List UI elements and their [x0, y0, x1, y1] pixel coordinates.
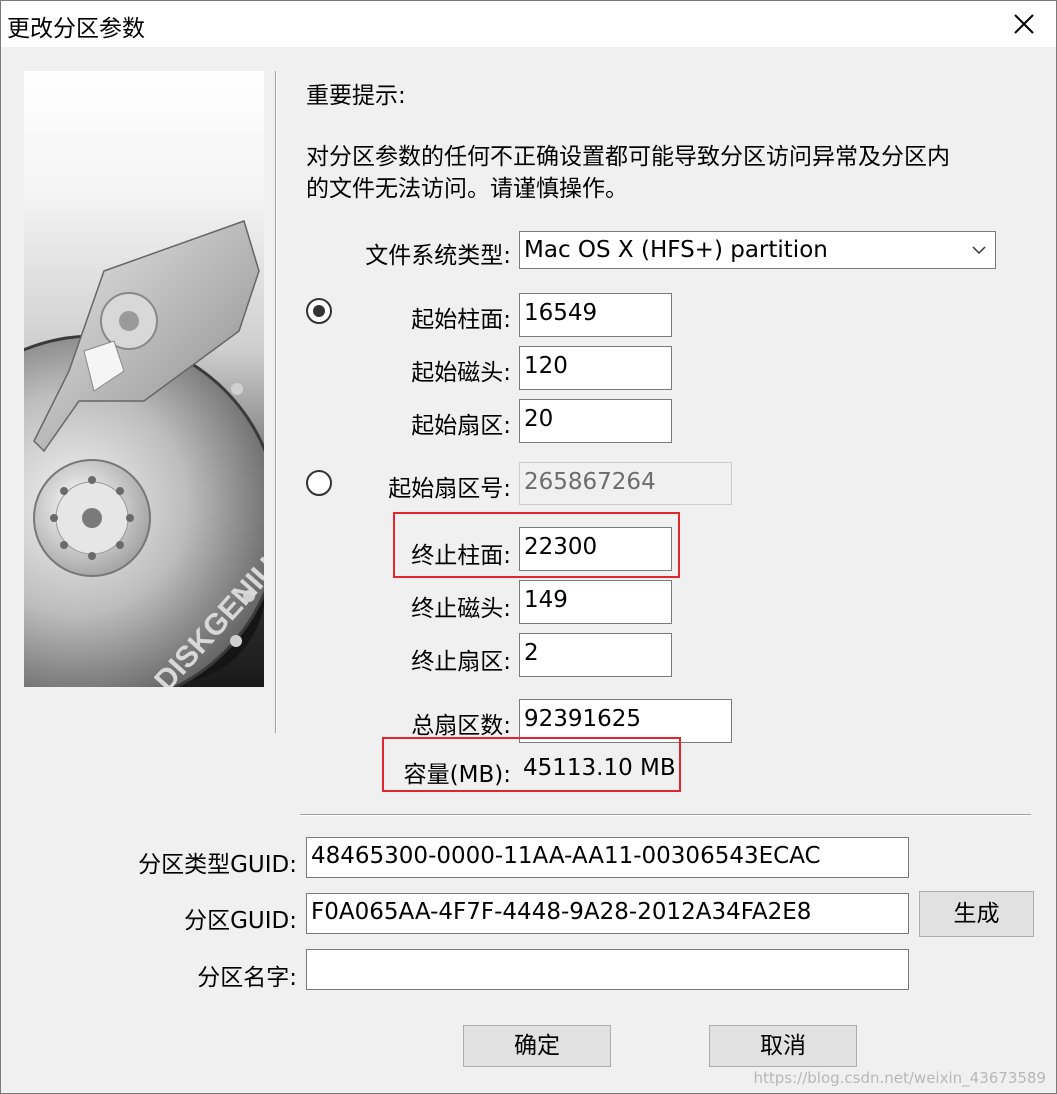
start-head-label: 起始磁头: [411, 360, 511, 386]
diskgenius-hdd-image: DISKGENIUS [24, 71, 264, 687]
end-head-input[interactable]: 149 [519, 580, 672, 624]
partition-type-guid-label: 分区类型GUID: [138, 852, 297, 878]
fs-type-value: Mac OS X (HFS+) partition [524, 237, 828, 263]
notice-line-2: 的文件无法访问。请谨慎操作。 [306, 176, 628, 202]
fs-type-label: 文件系统类型: [365, 243, 511, 269]
change-partition-params-dialog: 更改分区参数 DISKGENIUS 重要提示: 对分区参数的任何不正确设置都可能… [0, 0, 1057, 1094]
end-sector-label: 终止扇区: [411, 649, 511, 675]
start-cylinder-input[interactable]: 16549 [519, 293, 672, 337]
start-cylinder-label: 起始柱面: [411, 307, 511, 333]
start-lba-input: 265867264 [519, 462, 732, 505]
csdn-watermark: https://blog.csdn.net/weixin_43673589 [753, 1069, 1046, 1087]
start-sector-label: 起始扇区: [411, 413, 511, 439]
end-cylinder-label: 终止柱面: [411, 543, 511, 569]
total-sectors-label: 总扇区数: [411, 713, 511, 739]
horizontal-divider [300, 814, 1031, 816]
vertical-divider [275, 71, 277, 733]
start-sector-input[interactable]: 20 [519, 399, 672, 443]
start-lba-label: 起始扇区号: [388, 476, 511, 502]
dialog-title: 更改分区参数 [7, 16, 145, 42]
generate-guid-button[interactable]: 生成 [919, 891, 1034, 937]
capacity-value: 45113.10 MB [523, 755, 676, 781]
end-sector-input[interactable]: 2 [519, 633, 672, 677]
capacity-label: 容量(MB): [403, 762, 511, 788]
chevron-down-icon [971, 232, 987, 279]
close-button[interactable] [992, 1, 1056, 47]
start-head-input[interactable]: 120 [519, 346, 672, 390]
partition-type-guid-input[interactable]: 48465300-0000-11AA-AA11-00306543ECAC [306, 837, 909, 878]
title-bar: 更改分区参数 [1, 1, 1056, 47]
end-cylinder-input[interactable]: 22300 [519, 527, 672, 571]
end-head-label: 终止磁头: [411, 596, 511, 622]
fs-type-select[interactable]: Mac OS X (HFS+) partition [519, 231, 996, 269]
close-icon [1014, 14, 1034, 34]
notice-heading: 重要提示: [306, 83, 406, 109]
partition-guid-label: 分区GUID: [184, 908, 297, 934]
ok-button[interactable]: 确定 [463, 1025, 611, 1067]
cancel-button[interactable]: 取消 [709, 1025, 857, 1067]
partition-name-label: 分区名字: [197, 965, 297, 991]
partition-name-input[interactable] [306, 949, 909, 990]
notice-line-1: 对分区参数的任何不正确设置都可能导致分区访问异常及分区内 [306, 144, 950, 170]
partition-guid-input[interactable]: F0A065AA-4F7F-4448-9A28-2012A34FA2E8 [306, 893, 909, 934]
